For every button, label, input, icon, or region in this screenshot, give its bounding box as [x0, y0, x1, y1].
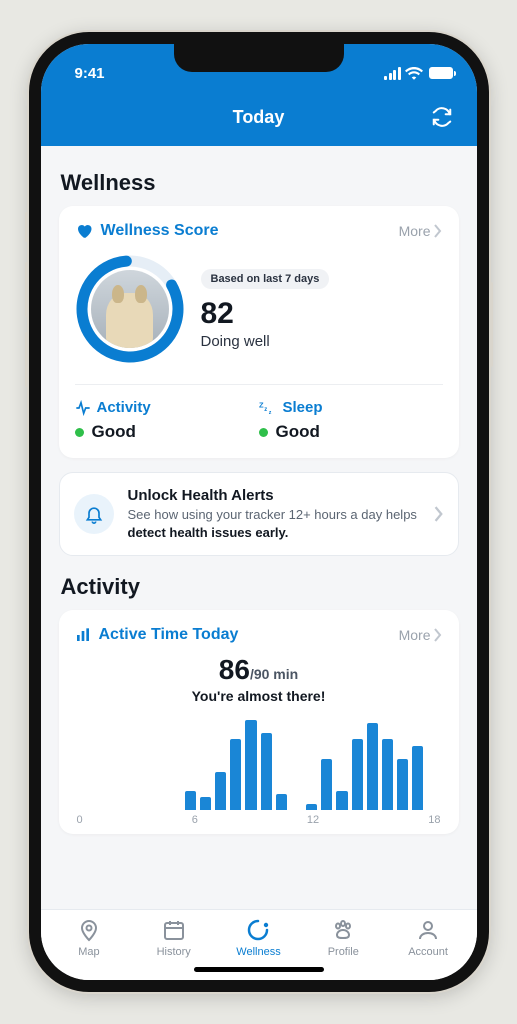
chart-bar [215, 772, 226, 811]
chart-bar [139, 808, 150, 810]
axis-tick: 6 [192, 814, 198, 826]
chart-bar [336, 791, 347, 810]
wellness-icon [246, 918, 270, 942]
svg-text:z: z [264, 407, 267, 413]
pet-avatar [91, 270, 169, 348]
chart-bar [230, 739, 241, 810]
chart-x-axis: 0 6 12 18 [75, 810, 443, 826]
banner-body: See how using your tracker 12+ hours a d… [128, 506, 420, 541]
chart-bar [291, 808, 302, 810]
chart-bar [352, 739, 363, 810]
phone-frame: 9:41 Today [29, 32, 489, 992]
chart-bar [367, 723, 378, 810]
map-pin-icon [77, 918, 101, 942]
chevron-right-icon [433, 628, 443, 642]
wellness-score-card[interactable]: Wellness Score More [59, 206, 459, 458]
score-value: 82 [201, 297, 330, 331]
bell-icon-wrap [74, 494, 114, 534]
chart-bar [276, 794, 287, 810]
svg-text:z: z [268, 410, 271, 416]
side-button [25, 332, 29, 387]
pulse-icon [75, 400, 91, 416]
chart-bar [306, 804, 317, 810]
calendar-icon [162, 918, 186, 942]
chart-bar [321, 759, 332, 810]
person-icon [416, 918, 440, 942]
status-dot [259, 428, 268, 437]
notch [174, 44, 344, 72]
chart-bar [79, 808, 90, 810]
chart-bar [94, 808, 105, 810]
chart-bar [170, 808, 181, 810]
score-caption: Doing well [201, 333, 330, 350]
status-dot [75, 428, 84, 437]
refresh-button[interactable] [429, 104, 455, 130]
heart-icon [75, 222, 93, 240]
more-link[interactable]: More [399, 223, 443, 239]
chart-bar [185, 791, 196, 810]
axis-tick: 0 [77, 814, 83, 826]
bell-icon [84, 503, 104, 525]
chart-bar [245, 720, 256, 810]
score-row: Based on last 7 days 82 Doing well [75, 254, 443, 385]
score-ring [75, 254, 185, 364]
clock: 9:41 [75, 65, 105, 82]
chart-bar [124, 808, 135, 810]
side-button [25, 212, 29, 242]
wifi-icon [405, 66, 423, 80]
metric-activity[interactable]: Activity Good [75, 399, 259, 442]
more-link[interactable]: More [399, 627, 443, 643]
chart-bar [397, 759, 408, 810]
chart-bar [261, 733, 272, 810]
health-alerts-banner[interactable]: Unlock Health Alerts See how using your … [59, 472, 459, 556]
paw-icon [331, 918, 355, 942]
tab-history[interactable]: History [131, 918, 216, 958]
section-title-activity: Activity [61, 574, 457, 600]
metric-value: Good [276, 422, 320, 442]
chart-bar [382, 739, 393, 810]
home-indicator [194, 967, 324, 972]
tab-map[interactable]: Map [47, 918, 132, 958]
status-icons [384, 66, 453, 80]
active-caption: You're almost there! [75, 688, 443, 704]
banner-title: Unlock Health Alerts [128, 487, 420, 504]
chevron-right-icon [434, 506, 444, 522]
chevron-right-icon [433, 224, 443, 238]
card-title: Active Time Today [99, 626, 391, 644]
axis-tick: 12 [307, 814, 319, 826]
section-title-wellness: Wellness [61, 170, 457, 196]
signal-icon [384, 67, 401, 80]
battery-icon [429, 67, 453, 79]
tab-account[interactable]: Account [386, 918, 471, 958]
svg-text:Z: Z [259, 400, 264, 409]
chart-bar [200, 797, 211, 810]
active-goal: /90 min [250, 666, 298, 682]
chart-bar [154, 808, 165, 810]
page-title: Today [233, 107, 285, 128]
sleep-icon: Z z z [259, 400, 277, 416]
side-button [489, 282, 493, 367]
metric-sleep[interactable]: Z z z Sleep Good [259, 399, 443, 442]
axis-tick: 18 [428, 814, 440, 826]
tab-wellness[interactable]: Wellness [216, 918, 301, 958]
tab-profile[interactable]: Profile [301, 918, 386, 958]
chart-bar [109, 808, 120, 810]
side-button [25, 262, 29, 317]
score-period-pill: Based on last 7 days [201, 269, 330, 289]
chart-bar [412, 746, 423, 810]
refresh-icon [431, 106, 453, 128]
content-scroll[interactable]: Wellness Wellness Score More [41, 146, 477, 909]
activity-bar-chart [75, 720, 443, 810]
chart-bar [427, 808, 438, 810]
screen: 9:41 Today [41, 44, 477, 980]
bars-icon [75, 627, 91, 643]
active-minutes: 86 [219, 654, 250, 685]
title-bar: Today [41, 88, 477, 146]
metric-value: Good [92, 422, 136, 442]
active-time-card[interactable]: Active Time Today More 86/90 min You're … [59, 610, 459, 834]
